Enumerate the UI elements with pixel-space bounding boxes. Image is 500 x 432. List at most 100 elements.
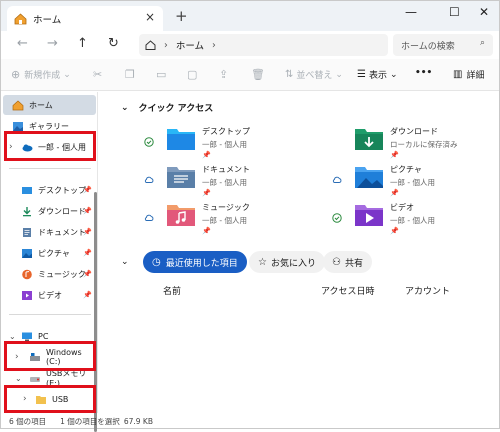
sidebar-item-videos[interactable]: ビデオ 📌: [3, 285, 96, 305]
desktop-icon: [22, 186, 32, 194]
home-outline-icon: [145, 40, 156, 50]
people-icon: ⚇: [332, 256, 341, 268]
tab-favorites-label: お気に入り: [270, 258, 316, 269]
pin-icon: 📌: [390, 227, 399, 235]
chevron-down-icon[interactable]: ⌄: [121, 257, 129, 267]
item-name: ミュージック: [202, 203, 250, 212]
item-location: 一郎 - 個人用: [202, 216, 247, 225]
sidebar-item-label: ホーム: [29, 100, 53, 110]
quick-access-item[interactable]: ダウンロード ローカルに保存済み 📌: [332, 126, 500, 164]
pin-icon: 📌: [390, 189, 399, 197]
view-button[interactable]: ☰ 表示 ⌄: [357, 68, 398, 81]
close-window-button[interactable]: ✕: [479, 5, 489, 19]
sidebar-item-label: ギャラリー: [29, 121, 69, 131]
tab-label: ホーム: [33, 14, 62, 26]
close-tab-icon[interactable]: ×: [145, 10, 155, 24]
music-icon: [22, 269, 32, 279]
title-bar: ホーム × + — ☐ ✕: [1, 1, 499, 31]
details-label: 詳細: [466, 71, 485, 81]
column-header-name[interactable]: 名前: [163, 284, 181, 297]
pin-icon: 📌: [83, 228, 92, 236]
address-bar[interactable]: › ホーム ›: [139, 34, 388, 56]
quick-access-item[interactable]: デスクトップ 一郎 - 個人用 📌: [144, 126, 319, 164]
sidebar-item-documents[interactable]: ドキュメント 📌: [3, 222, 96, 242]
quick-access-header[interactable]: ⌄ クイック アクセス: [121, 101, 214, 115]
item-name: ドキュメント: [202, 165, 250, 174]
forward-icon[interactable]: →: [47, 36, 58, 51]
minimize-button[interactable]: —: [405, 5, 417, 19]
new-button[interactable]: ⊕ 新規作成 ⌄: [11, 68, 71, 81]
tab-shared-label: 共有: [344, 258, 363, 269]
column-header-account[interactable]: アカウント: [405, 284, 450, 297]
item-name: ビデオ: [390, 203, 414, 212]
pin-icon: 📌: [202, 189, 211, 197]
sidebar-item-label: ドキュメント: [38, 227, 86, 237]
tab-recent[interactable]: ◷ 最近使用した項目: [143, 251, 247, 273]
downloads-folder-icon: [355, 129, 383, 150]
details-pane-icon: ▥: [453, 69, 463, 80]
tab-recent-label: 最近使用した項目: [165, 258, 238, 269]
sidebar-item-pictures[interactable]: ピクチャ 📌: [3, 243, 96, 263]
refresh-icon[interactable]: ↻: [108, 36, 119, 51]
copy-icon[interactable]: ❐: [125, 68, 135, 81]
highlight-box-usb-folder: [4, 385, 96, 413]
desktop-folder-icon: [167, 129, 195, 150]
sort-label: 並べ替え: [296, 71, 333, 81]
sidebar-item-downloads[interactable]: ダウンロード 📌: [3, 201, 96, 221]
pin-icon: 📌: [83, 270, 92, 278]
rename-icon[interactable]: ▢: [187, 68, 197, 81]
tab-favorites[interactable]: ☆ お気に入り: [249, 251, 325, 273]
quick-access-item[interactable]: ピクチャ 一郎 - 個人用 📌: [332, 164, 500, 202]
pin-icon: 📌: [83, 186, 92, 194]
details-button[interactable]: ▥ 詳細: [453, 68, 484, 81]
pin-icon: 📌: [202, 151, 211, 159]
tab-home[interactable]: ホーム ×: [7, 6, 163, 31]
quick-access-title: クイック アクセス: [138, 104, 214, 114]
chevron-down-icon: ⌄: [389, 69, 398, 80]
share-icon[interactable]: ⇪: [219, 68, 228, 81]
item-location: 一郎 - 個人用: [390, 178, 435, 187]
sidebar-item-home[interactable]: ホーム: [3, 95, 96, 115]
sort-icon: ⇅: [285, 69, 294, 80]
tab-shared[interactable]: ⚇ 共有: [323, 251, 372, 273]
search-input[interactable]: ホームの検索 ⌕: [393, 34, 493, 56]
new-label: 新規作成: [24, 71, 61, 81]
new-tab-button[interactable]: +: [175, 7, 188, 25]
chevron-down-icon: ⌄: [63, 69, 71, 80]
quick-access-item[interactable]: ビデオ 一郎 - 個人用 📌: [332, 202, 500, 240]
documents-folder-icon: [167, 167, 195, 188]
pin-icon: 📌: [390, 151, 399, 159]
address-row: ← → ↑ ↻ › ホーム › ホームの検索 ⌕: [1, 31, 499, 59]
sidebar-item-desktop[interactable]: デスクトップ 📌: [3, 180, 96, 200]
divider: [9, 168, 91, 169]
divider: [9, 314, 91, 315]
delete-icon[interactable]: 🗑: [251, 68, 265, 81]
command-bar: ⊕ 新規作成 ⌄ ✂ ❐ ▭ ▢ ⇪ 🗑 ⇅ 並べ替え ⌄ ☰ 表示 ⌄ •••…: [1, 59, 499, 91]
sidebar-item-music[interactable]: ミュージック 📌: [3, 264, 96, 284]
paste-icon[interactable]: ▭: [156, 68, 166, 81]
sidebar-item-label: ビデオ: [38, 290, 62, 300]
chevron-right-icon: ›: [164, 39, 168, 51]
cloud-status-icon: [332, 176, 342, 183]
cut-icon[interactable]: ✂: [93, 68, 102, 81]
back-icon[interactable]: ←: [17, 36, 28, 51]
status-bar: 6 個の項目 1 個の項目を選択 67.9 KB: [1, 413, 499, 429]
up-icon[interactable]: ↑: [77, 36, 88, 51]
sidebar-item-label: ダウンロード: [38, 206, 86, 216]
download-icon: [23, 206, 31, 216]
pictures-folder-icon: [355, 167, 383, 188]
quick-access-item[interactable]: ミュージック 一郎 - 個人用 📌: [144, 202, 319, 240]
home-icon: [12, 100, 24, 110]
quick-access-item[interactable]: ドキュメント 一郎 - 個人用 📌: [144, 164, 319, 202]
status-size: 67.9 KB: [123, 416, 153, 426]
highlight-box-onedrive: [4, 131, 96, 161]
maximize-button[interactable]: ☐: [449, 5, 460, 19]
column-header-date[interactable]: アクセス日時: [321, 284, 375, 297]
sort-button[interactable]: ⇅ 並べ替え ⌄: [285, 68, 343, 81]
breadcrumb-home[interactable]: ホーム: [176, 38, 204, 52]
picture-icon: [22, 248, 32, 258]
video-icon: [22, 290, 32, 300]
cloud-status-icon: [144, 214, 154, 221]
more-options-icon[interactable]: •••: [415, 68, 432, 78]
view-label: 表示: [368, 71, 387, 81]
